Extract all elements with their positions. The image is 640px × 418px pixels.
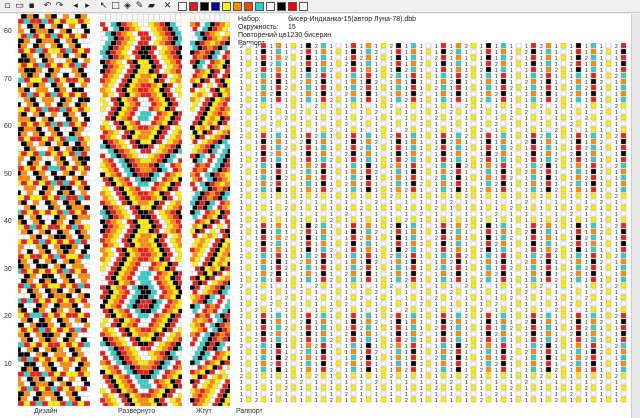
rope-panel[interactable] bbox=[190, 14, 230, 406]
svg-text:2: 2 bbox=[480, 398, 483, 404]
close-icon[interactable]: ✕ bbox=[162, 1, 173, 12]
back-icon[interactable]: ◂ bbox=[70, 1, 81, 12]
fill-icon[interactable]: ◈ bbox=[122, 1, 133, 12]
palette-swatch[interactable] bbox=[222, 2, 231, 11]
svg-text:1: 1 bbox=[435, 398, 438, 404]
svg-text:1: 1 bbox=[285, 398, 288, 404]
unrolled-panel[interactable] bbox=[100, 14, 182, 406]
row-number-label: 60 bbox=[4, 123, 12, 130]
svg-text:1: 1 bbox=[360, 398, 363, 404]
rope-caption: Жгут bbox=[196, 408, 212, 415]
svg-text:2: 2 bbox=[330, 398, 333, 404]
new-file-icon[interactable]: ▫ bbox=[2, 1, 13, 12]
set-label: Набор: bbox=[238, 16, 261, 23]
set-value: бисер-Индианка-15(автор Луна-78).dbb bbox=[288, 16, 417, 23]
repeat-label: Повторений ц bbox=[238, 32, 283, 39]
svg-text:1: 1 bbox=[315, 398, 318, 404]
rapport-caption: Раппорт bbox=[236, 408, 263, 415]
palette-swatch[interactable] bbox=[178, 2, 187, 11]
repeat-value: в1230 бисерин bbox=[282, 32, 332, 39]
redo-icon[interactable]: ↷ bbox=[54, 1, 65, 12]
row-number-label: 80 bbox=[4, 28, 12, 35]
row-number-label: 50 bbox=[4, 170, 12, 178]
palette-swatch[interactable] bbox=[244, 2, 253, 11]
svg-text:1: 1 bbox=[300, 398, 303, 404]
row-number-label: 40 bbox=[4, 218, 12, 225]
circumference-label: Окружность: bbox=[238, 24, 279, 31]
row-number-label: 70 bbox=[4, 75, 12, 83]
palette-swatch[interactable] bbox=[266, 2, 275, 11]
pipette-icon[interactable]: ✎ bbox=[134, 1, 145, 12]
rapport-panel[interactable]: 2111121111211112111121111211112111121111… bbox=[236, 43, 628, 405]
svg-text:1: 1 bbox=[240, 398, 243, 404]
palette-swatch[interactable] bbox=[288, 2, 297, 11]
forward-icon[interactable]: ▸ bbox=[82, 1, 93, 12]
toolbar: ▫ ▭ ▪ ↶ ↷ ◂ ▸ ↖ □ ◈ ✎ ▰ ✕ bbox=[0, 0, 640, 13]
design-caption: Дизайн bbox=[34, 408, 58, 415]
circumference-value: 15 bbox=[288, 24, 296, 31]
undo-icon[interactable]: ↶ bbox=[42, 1, 53, 12]
vertical-scrollbar[interactable] bbox=[631, 14, 640, 418]
pointer-icon[interactable]: ↖ bbox=[98, 1, 109, 12]
row-number-label: 30 bbox=[4, 265, 12, 273]
row-number-label: 20 bbox=[4, 313, 12, 320]
palette-swatch[interactable] bbox=[233, 2, 242, 11]
eraser-icon[interactable]: ▰ bbox=[146, 1, 157, 12]
editor-area: 80 70 60 50 40 30 20 10 Дизайн Развернуто Жгут … bbox=[0, 14, 640, 418]
select-rect-icon[interactable]: □ bbox=[110, 1, 121, 12]
svg-text:1: 1 bbox=[420, 398, 423, 404]
open-file-icon[interactable]: ▭ bbox=[14, 1, 25, 12]
svg-text:2: 2 bbox=[405, 398, 408, 404]
palette-swatch[interactable] bbox=[299, 2, 308, 11]
svg-text:1: 1 bbox=[345, 398, 348, 404]
svg-text:1: 1 bbox=[465, 398, 468, 404]
palette-swatch[interactable] bbox=[255, 2, 264, 11]
save-icon[interactable]: ▪ bbox=[26, 1, 37, 12]
svg-text:1: 1 bbox=[375, 398, 378, 404]
svg-text:1: 1 bbox=[450, 398, 453, 404]
palette-swatch[interactable] bbox=[277, 2, 286, 11]
design-panel[interactable] bbox=[18, 14, 90, 406]
unrolled-caption: Развернуто bbox=[118, 408, 156, 415]
svg-text:2: 2 bbox=[255, 398, 258, 404]
svg-text:1: 1 bbox=[270, 398, 273, 404]
palette-swatch[interactable] bbox=[200, 2, 209, 11]
row-number-label: 10 bbox=[4, 360, 12, 368]
svg-text:1: 1 bbox=[390, 398, 393, 404]
palette-swatch[interactable] bbox=[211, 2, 220, 11]
palette-swatch[interactable] bbox=[189, 2, 198, 11]
